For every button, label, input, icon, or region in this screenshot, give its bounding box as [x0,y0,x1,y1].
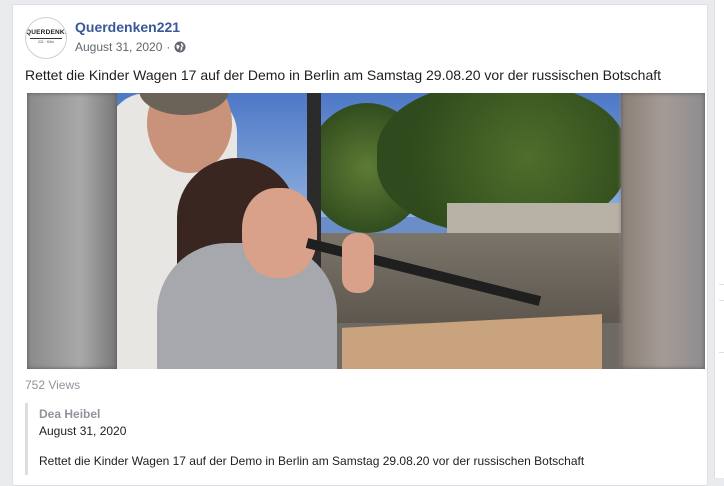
video-blur-right [621,93,705,369]
post-meta: August 31, 2020 · [75,40,186,54]
divider [719,352,724,353]
video-blur-left [27,93,117,369]
adjacent-panel-edge [714,0,724,478]
divider [719,300,724,301]
globe-icon[interactable] [174,41,186,53]
meta-separator: · [166,40,171,54]
shared-date-link[interactable]: August 31, 2020 [39,424,126,438]
avatar-logo-line [30,38,62,39]
avatar-logo-text: QUERDENKEN [26,29,66,36]
page-avatar[interactable]: QUERDENKEN 221 · Köln [25,17,67,59]
page-name-link[interactable]: Querdenken221 [75,19,180,35]
post-date-link[interactable]: August 31, 2020 [75,40,162,54]
view-count: 752 Views [25,378,81,392]
avatar-logo-subtext: 221 · Köln [38,40,54,44]
shared-author-link[interactable]: Dea Heibel [39,407,100,421]
post-text: Rettet die Kinder Wagen 17 auf der Demo … [25,67,662,83]
post-card: QUERDENKEN 221 · Köln Querdenken221 Augu… [12,4,708,486]
divider [719,284,724,285]
video-player[interactable] [27,93,705,369]
shared-post-text: Rettet die Kinder Wagen 17 auf der Demo … [39,454,585,468]
shared-post-quote: Dea Heibel August 31, 2020 Rettet die Ki… [25,403,708,475]
video-frame[interactable] [117,93,621,369]
